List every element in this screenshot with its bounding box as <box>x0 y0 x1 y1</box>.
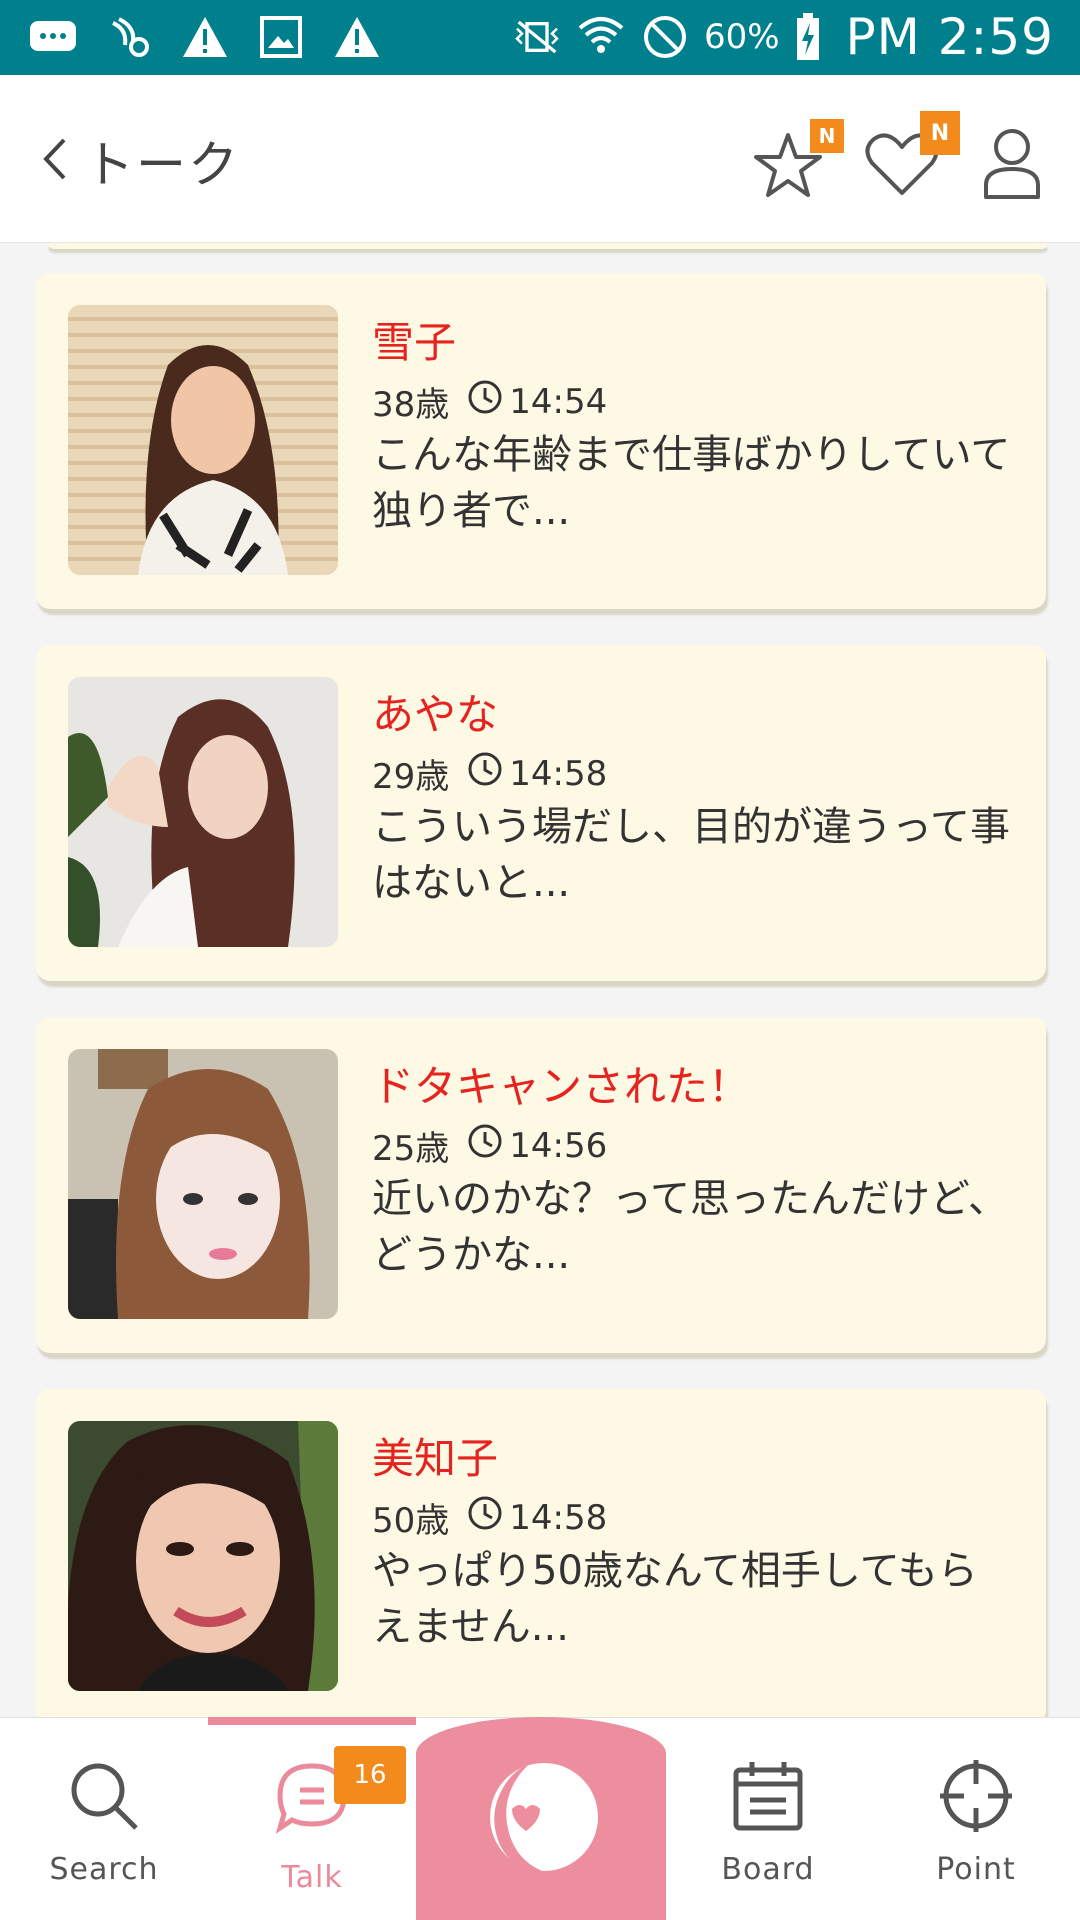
clock-icon <box>467 1495 503 1540</box>
user-icon <box>984 129 1040 199</box>
avatar <box>68 677 338 947</box>
sender-name: ドタキャンされた！ <box>372 1062 751 1111</box>
sender-age: 29歳 <box>372 757 450 797</box>
battery-percent: 60% <box>703 17 780 57</box>
chevron-left-icon <box>40 136 70 186</box>
likes-new-badge: N <box>920 111 960 155</box>
chat-bubble-icon <box>28 14 78 60</box>
nav-point[interactable]: Point <box>872 1718 1080 1920</box>
avatar <box>68 1421 338 1691</box>
likes-button[interactable]: N <box>862 111 960 203</box>
message-time: 14:56 <box>509 1125 608 1166</box>
image-icon <box>256 14 306 60</box>
message-time: 14:54 <box>509 381 608 422</box>
block-icon <box>640 14 690 60</box>
sender-age: 38歳 <box>372 385 450 425</box>
vibrate-icon <box>512 14 562 60</box>
message-preview: こんな年齢まで仕事ばかりしていて独り者で... <box>372 432 1011 534</box>
previous-card-edge <box>48 243 1048 249</box>
app-header: トーク N N <box>0 75 1080 243</box>
talk-list[interactable]: 雪子 38歳 14:54 こんな年齢まで仕事ばかりしていて独り者で... あやな <box>0 243 1080 1717</box>
list-item[interactable]: 雪子 38歳 14:54 こんな年齢まで仕事ばかりしていて独り者で... <box>36 273 1046 609</box>
nav-point-label: Point <box>936 1852 1016 1887</box>
sender-name: 美知子 <box>372 1434 499 1483</box>
back-button[interactable]: トーク <box>40 125 240 197</box>
talk-count-badge: 16 <box>334 1746 406 1804</box>
home-center-button[interactable] <box>416 1717 666 1920</box>
nav-talk[interactable]: 16 Talk <box>208 1717 416 1920</box>
clock-time: PM 2:59 <box>845 8 1054 66</box>
profile-button[interactable] <box>972 123 1052 203</box>
message-meta: 38歳 14:54 <box>372 377 607 426</box>
clock-icon <box>467 379 503 424</box>
battery-charging-icon <box>794 13 822 60</box>
moon-face-logo-icon <box>490 1763 598 1873</box>
message-meta: 29歳 14:58 <box>372 749 607 798</box>
warning-icon <box>332 14 382 60</box>
nav-talk-label: Talk <box>281 1860 343 1895</box>
settings-icon <box>104 14 154 60</box>
warning-icon <box>180 14 230 60</box>
clock-icon <box>467 751 503 796</box>
sender-name: あやな <box>372 690 499 739</box>
message-time: 14:58 <box>509 753 608 794</box>
message-preview: こういう場だし、目的が違うって事はないと... <box>372 804 1010 906</box>
nav-board[interactable]: Board <box>664 1718 872 1920</box>
message-preview: やっぱり50歳なんて相手してもらえません... <box>372 1548 978 1650</box>
nav-search-label: Search <box>49 1852 159 1887</box>
calendar-board-icon <box>733 1762 803 1831</box>
message-meta: 25歳 14:56 <box>372 1121 607 1170</box>
favorites-button[interactable]: N <box>748 119 844 203</box>
list-item[interactable]: あやな 29歳 14:58 こういう場だし、目的が違うって事はないと... <box>36 645 1046 981</box>
clock-icon <box>467 1123 503 1168</box>
nav-board-label: Board <box>721 1852 815 1887</box>
message-preview: 近いのかな？って思ったんだけど、どうかな... <box>372 1176 1008 1278</box>
list-item[interactable]: ドタキャンされた！ 25歳 14:56 近いのかな？って思ったんだけど、どうかな… <box>36 1017 1046 1353</box>
avatar <box>68 1049 338 1319</box>
sender-age: 25歳 <box>372 1129 450 1169</box>
active-tab-indicator <box>208 1717 416 1725</box>
message-time: 14:58 <box>509 1497 608 1538</box>
page-title: トーク <box>84 136 240 194</box>
list-item[interactable]: 美知子 50歳 14:58 やっぱり50歳なんて相手してもらえません... <box>36 1389 1046 1717</box>
sender-name: 雪子 <box>372 318 457 367</box>
sender-age: 50歳 <box>372 1501 450 1541</box>
nav-search[interactable]: Search <box>0 1718 208 1920</box>
favorites-new-badge: N <box>810 119 844 153</box>
target-icon <box>940 1760 1012 1832</box>
status-bar: 60% PM 2:59 <box>0 0 1080 75</box>
search-icon <box>71 1763 138 1830</box>
avatar <box>68 305 338 575</box>
wifi-icon <box>576 14 626 60</box>
message-meta: 50歳 14:58 <box>372 1493 607 1542</box>
